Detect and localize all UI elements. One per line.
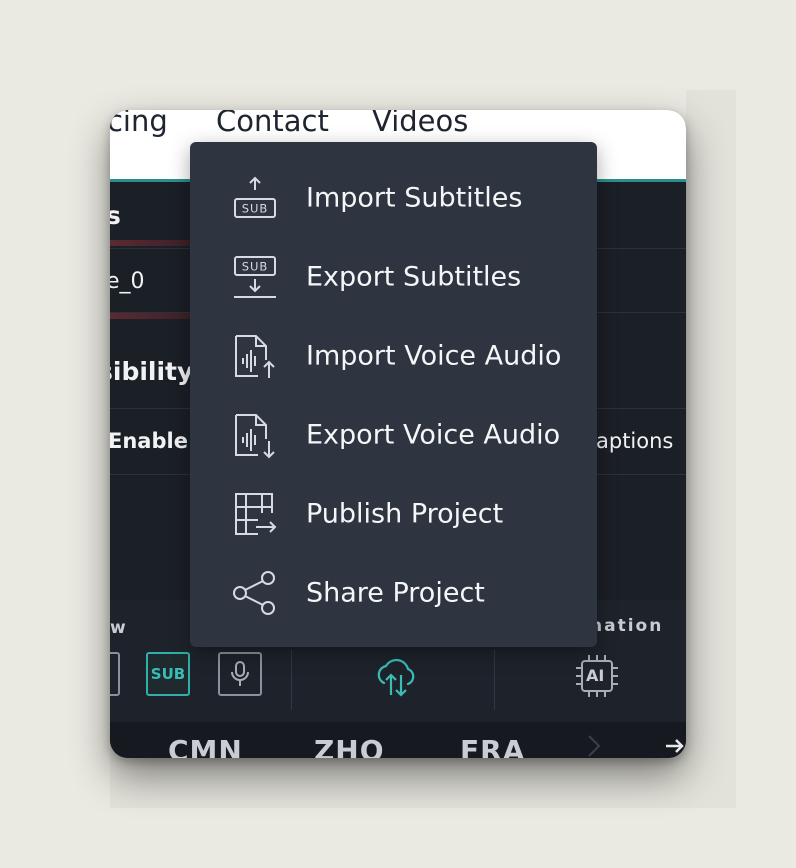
menu-item-label: Share Project — [306, 577, 485, 608]
nav-item-contact[interactable]: Contact — [216, 110, 329, 138]
cloud-sync-icon — [377, 658, 415, 697]
language-tabs: CMN ZHO FRA — [110, 722, 686, 758]
highlight-bar — [110, 240, 200, 246]
import-audio-icon — [230, 331, 280, 381]
toolbar-divider — [291, 650, 292, 710]
menu-item-import-subtitles[interactable]: SUB Import Subtitles — [190, 158, 597, 237]
language-tab-fra[interactable]: FRA — [460, 734, 525, 758]
ai-tool-button[interactable]: AI — [573, 652, 621, 700]
svg-text:SUB: SUB — [242, 259, 269, 273]
language-tab-zho[interactable]: ZHO — [314, 734, 385, 758]
svg-text:SUB: SUB — [242, 201, 269, 215]
field-value: e_0 — [110, 269, 145, 294]
arrow-right-icon[interactable] — [664, 736, 686, 756]
voice-tool-button[interactable] — [218, 652, 262, 696]
chevron-right-icon[interactable] — [586, 734, 602, 758]
menu-item-label: Export Voice Audio — [306, 419, 561, 450]
nav-item-pricing[interactable]: Pricing — [110, 110, 168, 138]
menu-item-import-voice-audio[interactable]: Import Voice Audio — [190, 316, 597, 395]
nav-item-videos[interactable]: Videos — [372, 110, 468, 138]
toolbar-divider — [494, 650, 495, 710]
menu-item-share-project[interactable]: Share Project — [190, 553, 597, 632]
export-subtitles-icon: SUB — [230, 252, 280, 302]
share-icon — [230, 568, 280, 618]
language-tab-cmn[interactable]: CMN — [168, 734, 243, 758]
toolbar-left-label: w — [110, 618, 128, 638]
publish-icon — [230, 489, 280, 539]
menu-item-label: Export Subtitles — [306, 261, 522, 292]
menu-item-label: Publish Project — [306, 498, 504, 529]
cloud-sync-button[interactable] — [370, 652, 422, 700]
accessibility-heading: sibility — [110, 357, 194, 386]
ai-badge: AI — [586, 666, 605, 685]
section-title: s — [110, 201, 121, 230]
toolbar-right-label: nation — [590, 616, 664, 636]
menu-item-label: Import Subtitles — [306, 182, 523, 213]
menu-item-publish-project[interactable]: Publish Project — [190, 474, 597, 553]
menu-item-export-voice-audio[interactable]: Export Voice Audio — [190, 395, 597, 474]
backdrop-shadow-right — [686, 90, 736, 808]
subtitles-tool-button[interactable]: SUB — [146, 652, 190, 696]
project-actions-menu: SUB Import Subtitles SUB Export Subtitle… — [190, 142, 597, 647]
menu-item-label: Import Voice Audio — [306, 340, 562, 371]
captions-label[interactable]: aptions — [596, 429, 673, 453]
menu-item-export-subtitles[interactable]: SUB Export Subtitles — [190, 237, 597, 316]
import-subtitles-icon: SUB — [230, 173, 280, 223]
text-tool-button[interactable]: T — [110, 652, 120, 696]
export-audio-icon — [230, 410, 280, 460]
sub-badge: SUB — [150, 665, 186, 683]
microphone-icon — [231, 661, 249, 686]
